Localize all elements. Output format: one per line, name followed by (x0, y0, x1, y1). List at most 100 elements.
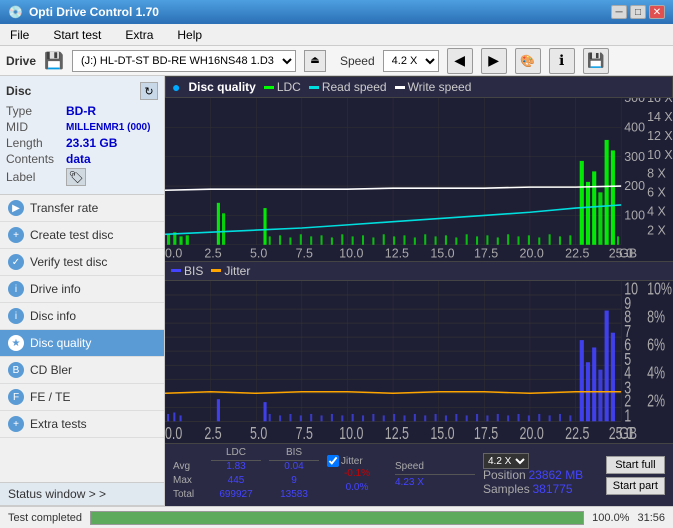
title-bar-controls: ─ □ ✕ (611, 5, 665, 19)
disc-mid-label: MID (6, 120, 66, 134)
svg-text:8 X: 8 X (647, 167, 666, 181)
read-speed-label: Read speed (322, 80, 387, 94)
svg-text:7.5: 7.5 (296, 246, 313, 260)
sidebar-item-extra-tests[interactable]: + Extra tests (0, 411, 164, 438)
prev-button[interactable]: ◀ (447, 48, 473, 74)
jitter-header-row: Jitter (327, 454, 387, 468)
nav-items: ▶ Transfer rate + Create test disc ✓ Ver… (0, 195, 164, 482)
sidebar-item-cd-bler[interactable]: B CD Bler (0, 357, 164, 384)
maximize-button[interactable]: □ (630, 5, 646, 19)
create-test-disc-icon: + (8, 227, 24, 243)
fe-te-icon: F (8, 389, 24, 405)
bis-avg-val: 0.04 (269, 461, 319, 475)
svg-text:0.0: 0.0 (165, 424, 182, 443)
sidebar-bottom: Status window > > (0, 482, 164, 506)
legend-ldc: LDC (264, 80, 301, 94)
disc-label-icon[interactable]: 🏷 (66, 168, 86, 186)
samples-val: 381775 (532, 482, 572, 496)
svg-text:5.0: 5.0 (250, 246, 267, 260)
disc-refresh-button[interactable]: ↻ (140, 82, 158, 100)
ldc-label: LDC (277, 80, 301, 94)
disc-type-value: BD-R (66, 104, 96, 118)
ldc-total-val: 699927 (211, 489, 261, 503)
sidebar-item-disc-quality[interactable]: ★ Disc quality (0, 330, 164, 357)
drive-info-label: Drive info (30, 282, 81, 296)
svg-text:15.0: 15.0 (430, 246, 454, 260)
sidebar-item-create-test-disc[interactable]: + Create test disc (0, 222, 164, 249)
ldc-max-val: 445 (211, 475, 261, 489)
speed-label: Speed (340, 54, 375, 68)
disc-info-label: Disc info (30, 309, 76, 323)
jitter-checkbox[interactable] (327, 455, 339, 467)
bis-col-header: BIS (269, 447, 319, 461)
create-test-disc-label: Create test disc (30, 228, 113, 242)
jitter-label: Jitter (224, 264, 250, 278)
position-label: Position 23862 MB (483, 468, 583, 482)
disc-info-icon: i (8, 308, 24, 324)
menu-file[interactable]: File (4, 26, 35, 44)
jitter-avg-val: -0.1% (327, 468, 387, 482)
disc-length-label: Length (6, 136, 66, 150)
charts-wrapper: 500 400 300 200 100 16 X 14 X 12 X 10 X … (165, 98, 673, 506)
drive-info-icon: i (8, 281, 24, 297)
top-chart: 500 400 300 200 100 16 X 14 X 12 X 10 X … (165, 98, 673, 262)
sidebar-item-disc-info[interactable]: i Disc info (0, 303, 164, 330)
fe-te-label: FE / TE (30, 390, 70, 404)
info-button[interactable]: ℹ (549, 48, 575, 74)
speed-select[interactable]: 4.2 X (383, 50, 439, 72)
position-col: 4.2 X Position 23862 MB Samples 381775 (483, 454, 583, 496)
menu-extra[interactable]: Extra (119, 26, 159, 44)
app-icon: 💿 (8, 5, 23, 19)
disc-contents-value: data (66, 152, 91, 166)
svg-text:10%: 10% (647, 281, 672, 299)
sidebar-item-drive-info[interactable]: i Drive info (0, 276, 164, 303)
svg-text:7.5: 7.5 (296, 424, 313, 443)
sidebar-item-verify-test-disc[interactable]: ✓ Verify test disc (0, 249, 164, 276)
disc-label-row: Label 🏷 (6, 168, 158, 186)
max-label: Max (173, 475, 203, 489)
bis-color (171, 269, 181, 272)
menu-start-test[interactable]: Start test (47, 26, 107, 44)
position-val: 23862 MB (528, 468, 583, 482)
svg-text:15.0: 15.0 (430, 424, 454, 443)
svg-text:6 X: 6 X (647, 185, 666, 199)
status-window-button[interactable]: Status window > > (0, 483, 164, 506)
start-part-button[interactable]: Start part (606, 477, 665, 495)
bis-jitter-legend: BIS Jitter (165, 262, 673, 281)
app-window: 💿 Opti Drive Control 1.70 ─ □ ✕ File Sta… (0, 0, 673, 528)
disc-label-label: Label (6, 170, 66, 184)
svg-text:2.5: 2.5 (204, 424, 221, 443)
svg-text:8%: 8% (647, 307, 665, 327)
bis-col: BIS 0.04 9 13583 (269, 447, 319, 503)
bottom-bar: Test completed 100.0% 31:56 (0, 506, 673, 528)
start-full-button[interactable]: Start full (606, 456, 665, 474)
sidebar-item-transfer-rate[interactable]: ▶ Transfer rate (0, 195, 164, 222)
speed-combo[interactable]: 4.2 X (483, 453, 529, 469)
minimize-button[interactable]: ─ (611, 5, 627, 19)
sidebar-item-fe-te[interactable]: F FE / TE (0, 384, 164, 411)
next-button[interactable]: ▶ (481, 48, 507, 74)
palette-button[interactable]: 🎨 (515, 48, 541, 74)
stats-row-labels: Avg Max Total (173, 447, 203, 503)
disc-mid-row: MID MILLENMR1 (000) (6, 120, 158, 134)
svg-text:5.0: 5.0 (250, 424, 267, 443)
write-speed-color (395, 86, 405, 89)
verify-test-disc-icon: ✓ (8, 254, 24, 270)
disc-mid-value: MILLENMR1 (000) (66, 122, 150, 133)
disc-length-value: 23.31 GB (66, 136, 117, 150)
eject-button[interactable]: ⏏ (304, 50, 326, 72)
svg-text:20.0: 20.0 (520, 246, 544, 260)
save-button[interactable]: 💾 (583, 48, 609, 74)
close-button[interactable]: ✕ (649, 5, 665, 19)
bis-total-val: 13583 (269, 489, 319, 503)
write-speed-label: Write speed (408, 80, 472, 94)
menu-help[interactable]: Help (171, 26, 208, 44)
svg-text:22.5: 22.5 (565, 424, 589, 443)
menu-bar: File Start test Extra Help (0, 24, 673, 46)
drive-select[interactable]: (J:) HL-DT-ST BD-RE WH16NS48 1.D3 (72, 50, 296, 72)
legend-bis: BIS (171, 264, 203, 278)
svg-text:300: 300 (624, 150, 645, 164)
svg-text:12 X: 12 X (647, 129, 673, 143)
speed-val-row: 4.23 X (395, 475, 475, 489)
ldc-col: LDC 1.83 445 699927 (211, 447, 261, 503)
